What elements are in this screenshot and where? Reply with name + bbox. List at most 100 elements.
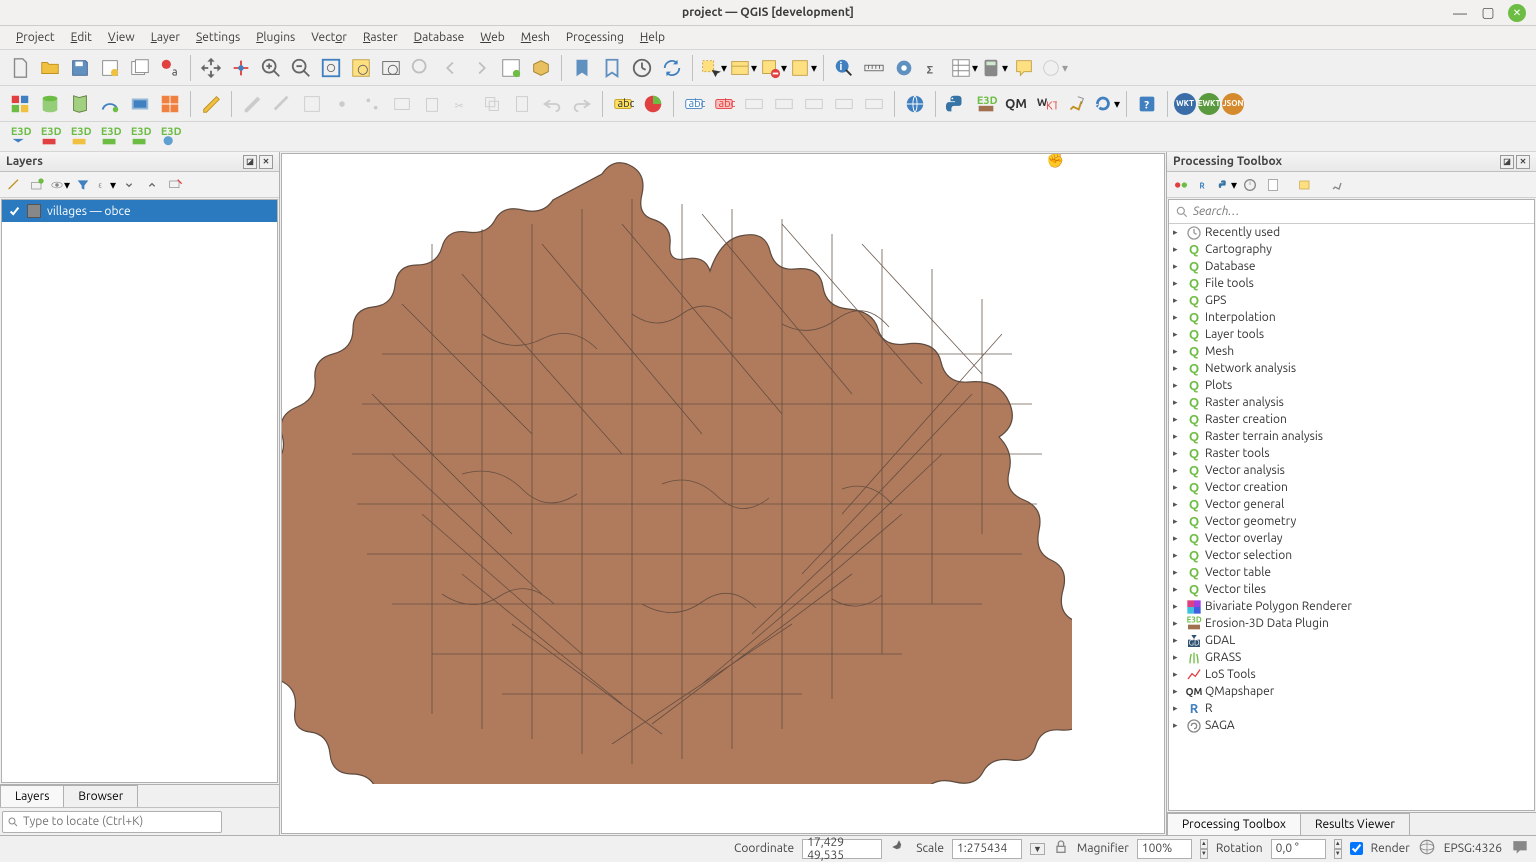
menu-processing[interactable]: Processing — [558, 28, 632, 47]
processing-item-interpolation[interactable]: ▸QInterpolation — [1169, 309, 1534, 326]
processing-item-raster-terrain-analysis[interactable]: ▸QRaster terrain analysis — [1169, 428, 1534, 445]
close-button[interactable]: ✕ — [1508, 4, 1526, 22]
expand-arrow-icon[interactable]: ▸ — [1173, 431, 1183, 442]
minimize-button[interactable]: — — [1452, 5, 1468, 21]
processing-item-network-analysis[interactable]: ▸QNetwork analysis — [1169, 360, 1534, 377]
menu-help[interactable]: Help — [632, 28, 673, 47]
r-scripts-icon[interactable]: R — [1194, 175, 1214, 195]
menu-settings[interactable]: Settings — [188, 28, 248, 47]
layer-row-villages[interactable]: villages — obce — [2, 200, 277, 222]
processing-item-mesh[interactable]: ▸QMesh — [1169, 343, 1534, 360]
e3d-6-button[interactable]: E3D — [156, 123, 184, 151]
temporal-button[interactable] — [628, 54, 656, 82]
magnifier-up-button[interactable]: ▲ — [1200, 839, 1208, 849]
menu-project[interactable]: Project — [8, 28, 63, 47]
expand-arrow-icon[interactable]: ▸ — [1173, 465, 1183, 476]
processing-item-vector-overlay[interactable]: ▸QVector overlay — [1169, 530, 1534, 547]
expand-all-icon[interactable] — [119, 175, 139, 195]
select-all-button[interactable]: ▾ — [789, 54, 817, 82]
expand-arrow-icon[interactable]: ▸ — [1173, 346, 1183, 357]
results-icon[interactable] — [1263, 175, 1283, 195]
expand-arrow-icon[interactable]: ▸ — [1173, 567, 1183, 578]
save-project-button[interactable] — [66, 54, 94, 82]
expand-arrow-icon[interactable]: ▸ — [1173, 295, 1183, 306]
plugin-reloader-button[interactable]: ▾ — [1092, 90, 1120, 118]
new-shapefile-button[interactable] — [66, 90, 94, 118]
rotation-down-button[interactable]: ▼ — [1334, 849, 1342, 859]
expand-arrow-icon[interactable]: ▸ — [1173, 227, 1183, 238]
processing-item-raster-creation[interactable]: ▸QRaster creation — [1169, 411, 1534, 428]
processing-undock-button[interactable]: ◪ — [1500, 155, 1514, 169]
messages-icon[interactable] — [1510, 837, 1530, 860]
new-bookmark-button[interactable] — [568, 54, 596, 82]
new-mesh-layer-button[interactable] — [156, 90, 184, 118]
processing-item-erosion-3d-data-plugin[interactable]: ▸E3DErosion-3D Data Plugin — [1169, 615, 1534, 632]
qmapshaper-button[interactable]: QM — [1002, 90, 1030, 118]
tab-browser[interactable]: Browser — [63, 785, 138, 807]
rotation-field[interactable]: 0,0 ° — [1271, 839, 1326, 859]
expand-arrow-icon[interactable]: ▸ — [1173, 312, 1183, 323]
wkt-button[interactable]: WKT — [1032, 90, 1060, 118]
remove-layer-icon[interactable] — [165, 175, 185, 195]
expand-arrow-icon[interactable]: ▸ — [1173, 397, 1183, 408]
label-toolbar-button[interactable]: abc — [609, 90, 637, 118]
e3d-3-button[interactable]: E3D — [66, 123, 94, 151]
expand-arrow-icon[interactable]: ▸ — [1173, 669, 1183, 680]
new-geopackage-button[interactable] — [36, 90, 64, 118]
layers-tree[interactable]: villages — obce — [1, 199, 278, 783]
e3d-1-button[interactable]: E3D — [6, 123, 34, 151]
expand-arrow-icon[interactable]: ▸ — [1173, 499, 1183, 510]
help-button[interactable]: ? — [1133, 90, 1161, 118]
processing-item-layer-tools[interactable]: ▸QLayer tools — [1169, 326, 1534, 343]
zoom-layer-button[interactable] — [377, 54, 405, 82]
manage-visibility-icon[interactable]: ▾ — [50, 175, 70, 195]
e3d-button[interactable]: E3D — [972, 90, 1000, 118]
menu-plugins[interactable]: Plugins — [248, 28, 303, 47]
processing-item-raster-tools[interactable]: ▸QRaster tools — [1169, 445, 1534, 462]
expand-arrow-icon[interactable]: ▸ — [1173, 380, 1183, 391]
processing-item-vector-geometry[interactable]: ▸QVector geometry — [1169, 513, 1534, 530]
processing-item-recently-used[interactable]: ▸Recently used — [1169, 224, 1534, 241]
processing-item-cartography[interactable]: ▸QCartography — [1169, 241, 1534, 258]
processing-item-vector-analysis[interactable]: ▸QVector analysis — [1169, 462, 1534, 479]
expand-arrow-icon[interactable]: ▸ — [1173, 414, 1183, 425]
tab-layers[interactable]: Layers — [0, 785, 64, 807]
layer-labeling-button[interactable]: abc — [680, 90, 708, 118]
processing-item-vector-table[interactable]: ▸QVector table — [1169, 564, 1534, 581]
processing-item-plots[interactable]: ▸QPlots — [1169, 377, 1534, 394]
zoom-selection-button[interactable] — [347, 54, 375, 82]
json-plugin-icon[interactable]: JSON — [1222, 93, 1244, 115]
expand-arrow-icon[interactable]: ▸ — [1173, 363, 1183, 374]
processing-item-raster-analysis[interactable]: ▸QRaster analysis — [1169, 394, 1534, 411]
toolbox-button[interactable] — [890, 54, 918, 82]
processing-item-qmapshaper[interactable]: ▸QMQMapshaper — [1169, 683, 1534, 700]
menu-database[interactable]: Database — [406, 28, 473, 47]
menu-raster[interactable]: Raster — [355, 28, 406, 47]
new-print-layout-button[interactable] — [96, 54, 124, 82]
processing-item-vector-general[interactable]: ▸QVector general — [1169, 496, 1534, 513]
current-edits-button[interactable] — [197, 90, 225, 118]
ewkt-plugin-icon[interactable]: EWKT — [1198, 93, 1220, 115]
expand-arrow-icon[interactable]: ▸ — [1173, 448, 1183, 459]
tab-processing-toolbox[interactable]: Processing Toolbox — [1167, 813, 1301, 835]
processing-item-gdal[interactable]: ▸GDALGDAL — [1169, 632, 1534, 649]
locator-input[interactable] — [2, 811, 222, 833]
style-manager-button[interactable]: a — [156, 54, 184, 82]
processing-close-button[interactable]: ✕ — [1516, 155, 1530, 169]
data-source-manager-button[interactable] — [6, 90, 34, 118]
select-value-button[interactable]: ▾ — [729, 54, 757, 82]
statistics-button[interactable]: Σ — [920, 54, 948, 82]
collapse-all-icon[interactable] — [142, 175, 162, 195]
show-bookmarks-button[interactable] — [598, 54, 626, 82]
processing-item-saga[interactable]: ▸SAGA — [1169, 717, 1534, 734]
deselect-button[interactable]: ▾ — [759, 54, 787, 82]
identify-button[interactable]: i — [830, 54, 858, 82]
expand-arrow-icon[interactable]: ▸ — [1173, 703, 1183, 714]
menu-layer[interactable]: Layer — [143, 28, 188, 47]
maximize-button[interactable]: ▢ — [1480, 5, 1496, 21]
expand-arrow-icon[interactable]: ▸ — [1173, 652, 1183, 663]
crs-icon[interactable] — [1418, 838, 1436, 859]
processing-search-input[interactable] — [1193, 205, 1528, 218]
expand-arrow-icon[interactable]: ▸ — [1173, 278, 1183, 289]
expand-arrow-icon[interactable]: ▸ — [1173, 244, 1183, 255]
